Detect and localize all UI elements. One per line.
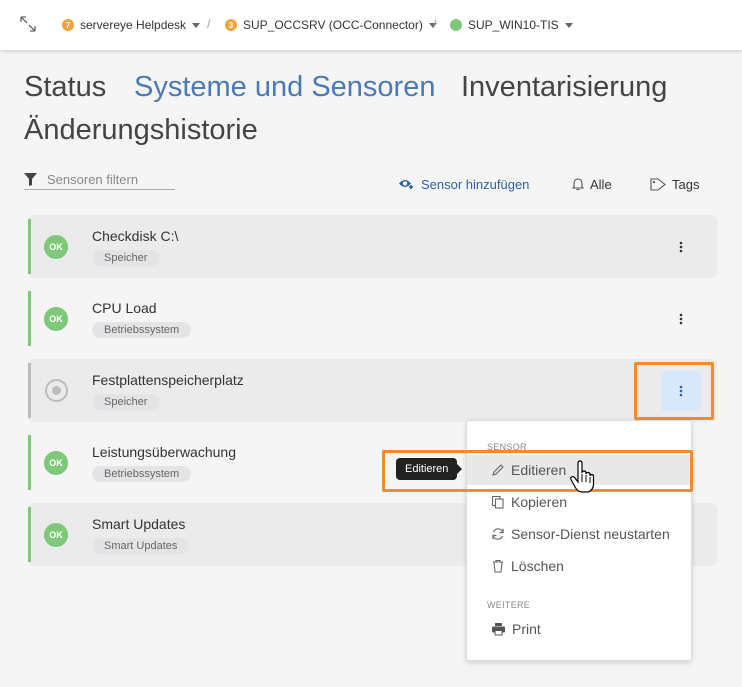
sensor-tag: Speicher [92, 394, 160, 410]
menu-section-more: WEITERE [487, 600, 531, 610]
notifications-all-button[interactable]: Alle [572, 175, 612, 193]
menu-item-delete[interactable]: Löschen [467, 551, 691, 581]
breadcrumb-label: SUP_WIN10-TIS [468, 18, 559, 32]
more-options-button[interactable] [671, 237, 691, 257]
more-options-button[interactable] [671, 309, 691, 329]
status-dot [450, 19, 462, 31]
tags-button[interactable]: Tags [650, 175, 699, 193]
status-bar [28, 435, 31, 490]
sensor-row-cpu-load[interactable]: OK CPU Load Betriebssystem [28, 287, 717, 350]
menu-item-label: Print [512, 621, 541, 637]
tab-systeme-und-sensoren[interactable]: Systeme und Sensoren [134, 70, 435, 104]
breadcrumb-badge: 3 [225, 19, 237, 31]
menu-item-label: Sensor-Dienst neustarten [511, 526, 670, 542]
tags-label: Tags [672, 176, 700, 192]
sensor-tag: Betriebssystem [92, 322, 192, 338]
all-label: Alle [590, 176, 612, 192]
breadcrumb-label: servereye Helpdesk [80, 18, 187, 32]
status-ok-badge: OK [44, 307, 68, 331]
pending-status-icon [45, 379, 68, 402]
add-sensor-button[interactable]: Sensor hinzufügen [398, 175, 529, 193]
more-options-button-active[interactable] [661, 371, 701, 411]
breadcrumb-connector[interactable]: 3 SUP_OCCSRV (OCC-Connector) [225, 16, 437, 34]
breadcrumb-system[interactable]: SUP_WIN10-TIS [450, 16, 573, 34]
tab-status[interactable]: Status [24, 70, 106, 104]
sensor-filter [24, 170, 175, 190]
sensor-name: Checkdisk C:\ [92, 228, 179, 244]
menu-item-label: Kopieren [511, 494, 568, 510]
breadcrumb-separator: / [433, 17, 437, 31]
breadcrumb-separator: / [207, 17, 211, 31]
sensor-filter-input[interactable] [47, 172, 167, 187]
more-vertical-icon [679, 385, 683, 397]
sensor-row-checkdisk[interactable]: OK Checkdisk C:\ Speicher [28, 215, 717, 278]
status-ok-badge: OK [44, 451, 68, 475]
tag-icon [650, 177, 666, 191]
tab-aenderungshistorie[interactable]: Änderungshistorie [24, 113, 258, 147]
menu-item-print[interactable]: Print [467, 614, 691, 644]
tab-inventarisierung[interactable]: Inventarisierung [461, 70, 667, 104]
sensor-name: Festplattenspeicherplatz [92, 372, 244, 388]
printer-icon [492, 623, 505, 636]
tooltip: Editieren [396, 458, 463, 480]
breadcrumb-badge: 7 [62, 19, 74, 31]
trash-icon [493, 559, 503, 573]
copy-icon [491, 495, 504, 509]
more-vertical-icon [679, 313, 683, 325]
top-bar: 7 servereye Helpdesk / 3 SUP_OCCSRV (OCC… [0, 0, 742, 50]
menu-item-label: Löschen [511, 558, 564, 574]
sensor-name: Smart Updates [92, 516, 186, 532]
eye-plus-icon [399, 180, 413, 189]
menu-item-restart-service[interactable]: Sensor-Dienst neustarten [467, 519, 691, 549]
add-sensor-label: Sensor hinzufügen [421, 176, 530, 192]
sensor-name: Leistungsüberwachung [92, 444, 236, 460]
breadcrumb-label: SUP_OCCSRV (OCC-Connector) [243, 18, 423, 32]
filter-icon [24, 173, 37, 186]
expand-icon[interactable] [19, 15, 37, 33]
refresh-icon [492, 528, 504, 540]
sensor-row-festplattenspeicherplatz[interactable]: Festplattenspeicherplatz Speicher [28, 359, 717, 422]
chevron-down-icon [564, 22, 573, 28]
status-bar [28, 219, 31, 274]
breadcrumb-customer[interactable]: 7 servereye Helpdesk [62, 16, 201, 34]
hand-cursor-icon [570, 460, 595, 493]
sensor-tag: Smart Updates [92, 538, 190, 554]
status-bar [28, 363, 31, 418]
status-bar [28, 291, 31, 346]
more-vertical-icon [679, 241, 683, 253]
bell-icon [572, 177, 584, 190]
status-ok-badge: OK [44, 235, 68, 259]
sensor-tag: Speicher [92, 250, 160, 266]
status-bar [28, 507, 31, 562]
status-ok-badge: OK [44, 523, 68, 547]
chevron-down-icon [192, 22, 201, 28]
sensor-tag: Betriebssystem [92, 466, 192, 482]
sensor-name: CPU Load [92, 300, 157, 316]
